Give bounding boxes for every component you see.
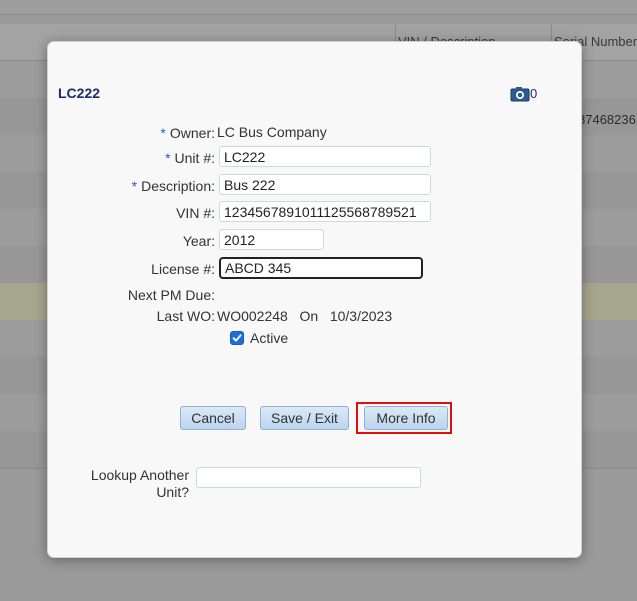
unit-title: LC222 — [58, 85, 101, 101]
last-wo-label: Last WO: — [156, 308, 215, 324]
active-label: Active — [250, 330, 289, 346]
year-input[interactable] — [219, 229, 324, 250]
owner-label: * Owner: — [160, 125, 215, 141]
camera-icon[interactable] — [510, 86, 530, 102]
photo-count: 0 — [530, 86, 538, 101]
unit-edit-dialog: LC222 0 * Owner: LC Bus Company * Unit #: … — [47, 41, 582, 558]
required-marker: * — [131, 178, 138, 194]
active-checkbox[interactable] — [230, 331, 244, 345]
lookup-label: Lookup Another Unit? — [90, 467, 189, 500]
unit-label: * Unit #: — [165, 150, 215, 166]
check-icon — [232, 334, 242, 342]
vin-label: VIN #: — [176, 205, 215, 221]
description-input[interactable] — [219, 174, 431, 195]
description-label: * Description: — [132, 178, 215, 194]
save-exit-button[interactable]: Save / Exit — [260, 406, 349, 430]
license-label: License #: — [151, 261, 215, 277]
description-label-text: Description: — [141, 178, 215, 194]
owner-value: LC Bus Company — [217, 124, 327, 140]
lookup-unit-input[interactable] — [196, 467, 421, 488]
top-bar — [0, 0, 637, 15]
license-input[interactable] — [219, 257, 423, 279]
unit-number-input[interactable] — [219, 146, 431, 167]
serial-cell: 87468236 — [578, 112, 636, 127]
cancel-button[interactable]: Cancel — [180, 406, 246, 430]
unit-label-text: Unit #: — [174, 150, 215, 166]
more-info-highlight — [356, 402, 452, 434]
required-marker: * — [165, 150, 171, 166]
year-label: Year: — [182, 233, 215, 249]
next-pm-label: Next PM Due: — [127, 287, 215, 303]
vin-input[interactable] — [219, 201, 431, 222]
owner-label-text: Owner: — [169, 125, 215, 141]
last-wo-value: WO002248 On 10/3/2023 — [217, 308, 393, 324]
required-marker: * — [160, 125, 166, 141]
